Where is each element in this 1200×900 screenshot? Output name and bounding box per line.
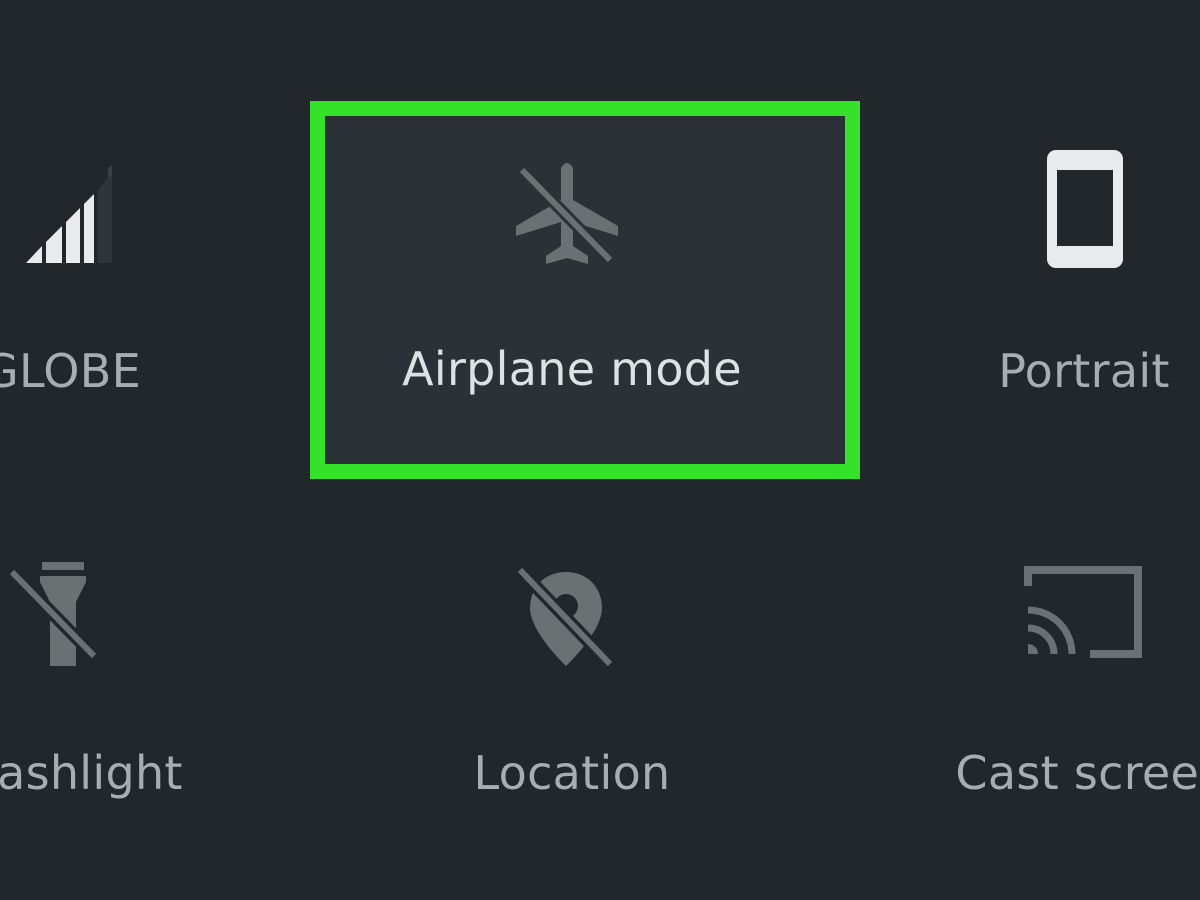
tile-label-flashlight: Flashlight [0,746,183,800]
tile-label-location: Location [473,746,671,800]
quick-settings-panel: GLOBE Airplane mode Portrait ashlight Lo… [0,0,1200,900]
cellular-signal-icon [26,165,112,263]
tile-label-cast-screen: Cast screen [955,746,1200,800]
phone-portrait-icon [1047,150,1123,268]
tile-cast-screen[interactable] [940,500,1200,900]
tile-label-airplane-mode: Airplane mode [402,342,742,396]
location-off-icon [516,566,615,669]
tile-flashlight[interactable] [0,500,260,900]
tile-airplane-mode[interactable] [325,116,845,464]
tile-location[interactable] [440,500,720,900]
tile-label-globe: GLOBE [0,344,141,398]
flashlight-off-icon [7,562,99,666]
airplane-off-icon [516,163,618,265]
cast-icon [1024,566,1142,658]
tile-label-portrait: Portrait [998,344,1170,398]
